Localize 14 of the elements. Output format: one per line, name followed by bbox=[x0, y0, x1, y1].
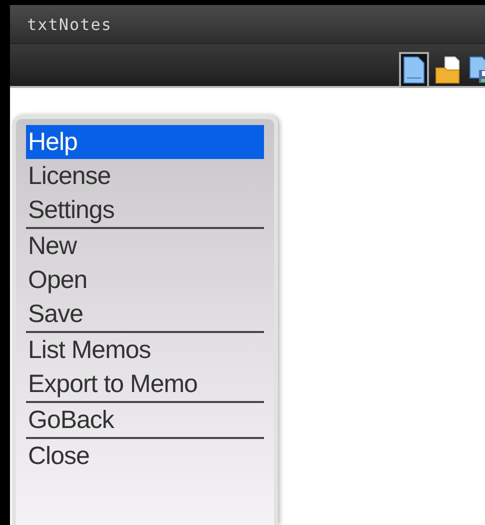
menu-item[interactable]: List Memos bbox=[26, 333, 264, 367]
menu-item[interactable]: Export to Memo bbox=[26, 367, 264, 401]
toolbar-button[interactable] bbox=[399, 52, 429, 88]
menu-item[interactable]: New bbox=[26, 229, 264, 263]
menu-item[interactable]: Save bbox=[26, 297, 264, 331]
menu-item[interactable]: Help bbox=[26, 125, 264, 159]
menu-item[interactable]: Close bbox=[26, 439, 264, 473]
document-icon bbox=[403, 56, 425, 84]
menu-item[interactable]: Settings bbox=[26, 193, 264, 227]
menu-item[interactable]: GoBack bbox=[26, 403, 264, 437]
window-title: txtNotes bbox=[27, 14, 112, 34]
folder-icon bbox=[435, 56, 461, 84]
menu-item[interactable]: License bbox=[26, 159, 264, 193]
menu-item[interactable]: Open bbox=[26, 263, 264, 297]
